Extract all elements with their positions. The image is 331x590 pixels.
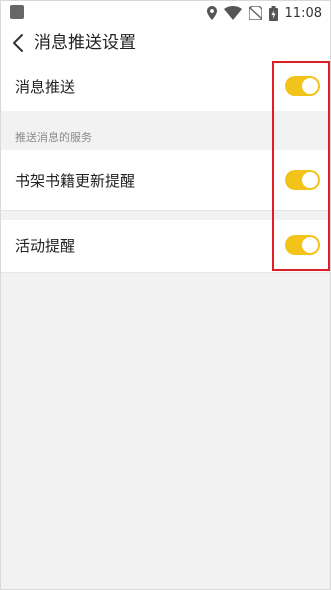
push-notification-row: 消息推送 (1, 61, 330, 111)
activity-reminder-toggle[interactable] (285, 235, 320, 255)
push-notification-label: 消息推送 (15, 78, 76, 96)
bookshelf-update-toggle[interactable] (285, 170, 320, 190)
status-bar: 11:08 (1, 1, 330, 25)
toggle-thumb (302, 172, 318, 188)
status-time: 11:08 (284, 5, 322, 21)
divider (1, 272, 330, 273)
bookshelf-update-row: 书架书籍更新提醒 (1, 150, 330, 210)
page-title: 消息推送设置 (34, 33, 136, 53)
battery-icon (268, 5, 278, 21)
chevron-left-icon (13, 34, 23, 52)
activity-reminder-row: 活动提醒 (1, 220, 330, 272)
section-header: 推送消息的服务 (15, 131, 92, 144)
toggle-thumb (302, 78, 318, 94)
notification-app-icon (10, 5, 24, 19)
location-icon (206, 6, 217, 20)
wifi-icon (223, 6, 242, 20)
divider (1, 210, 330, 211)
status-icons: 11:08 (206, 4, 322, 22)
back-button[interactable] (7, 30, 29, 56)
bookshelf-update-label: 书架书籍更新提醒 (15, 172, 136, 190)
toggle-thumb (302, 237, 318, 253)
push-notification-toggle[interactable] (285, 76, 320, 96)
app-bar: 消息推送设置 (1, 25, 330, 61)
no-sim-icon (248, 6, 262, 20)
activity-reminder-label: 活动提醒 (15, 237, 76, 255)
